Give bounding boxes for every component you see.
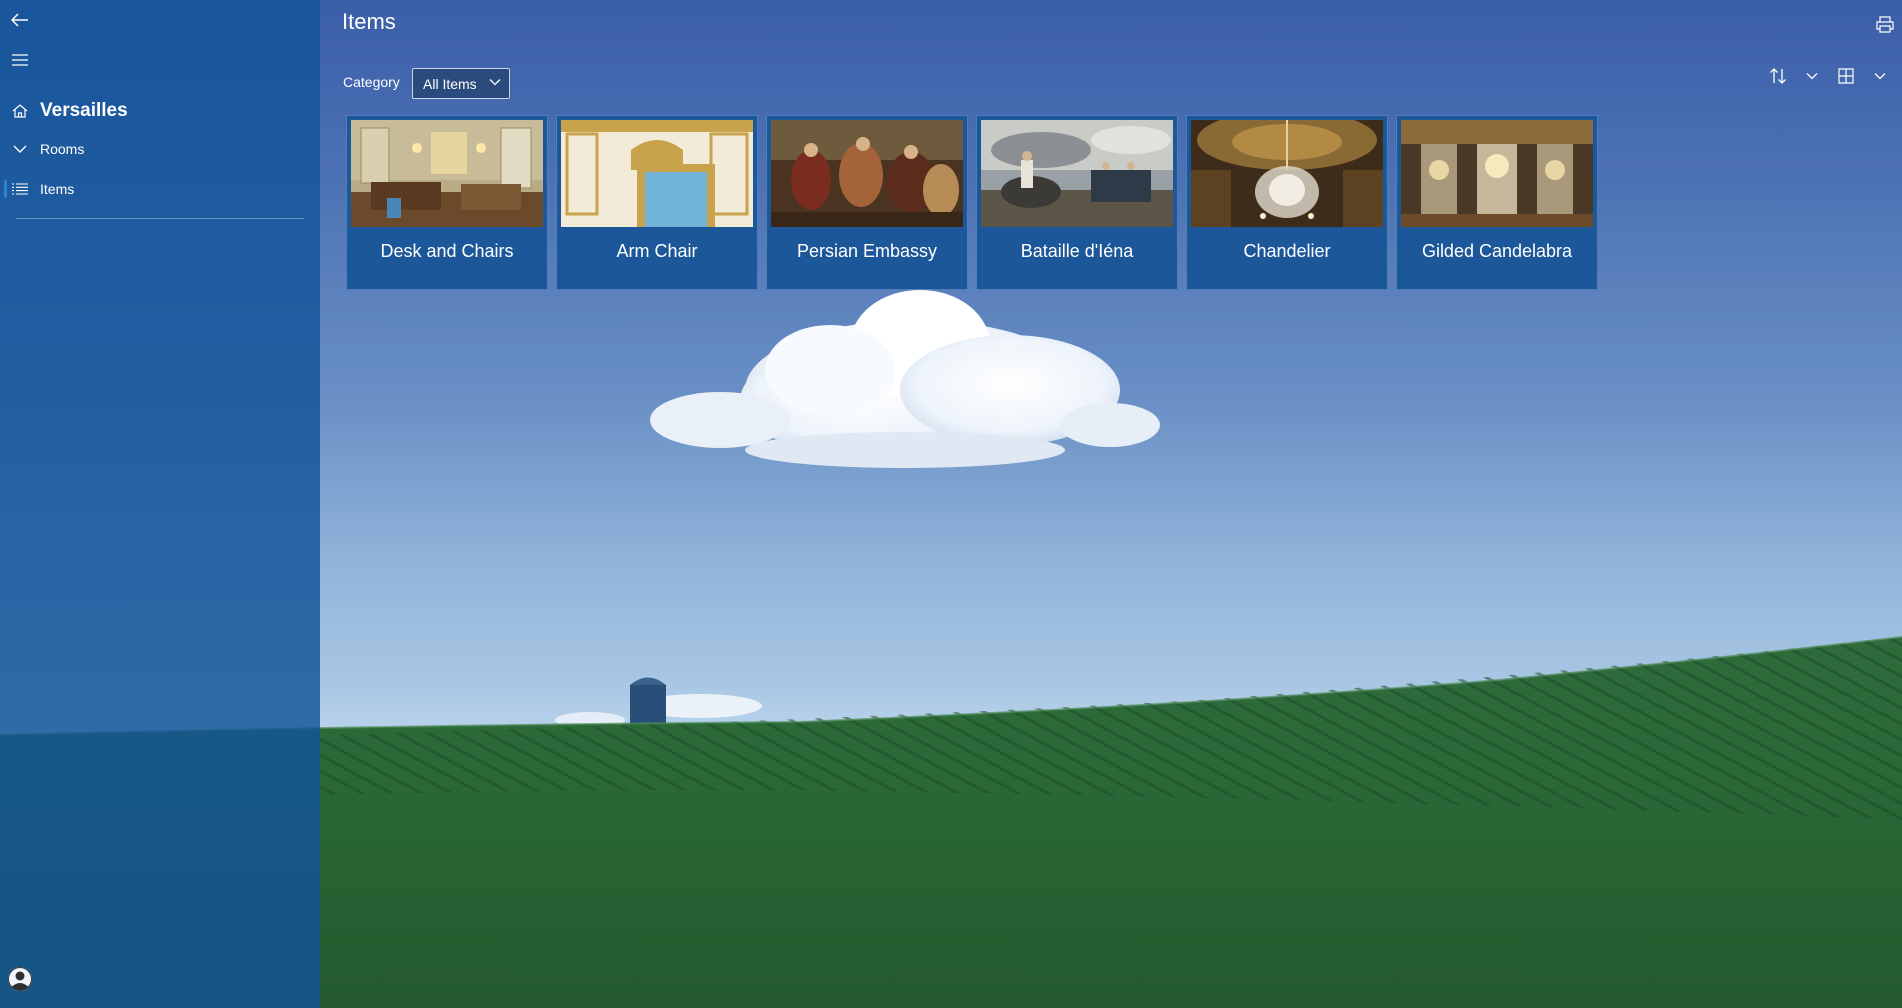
hamburger-icon <box>12 54 28 66</box>
nav-item-rooms[interactable]: Rooms <box>0 131 320 167</box>
item-thumbnail <box>1401 120 1593 227</box>
sort-options-button[interactable] <box>1800 62 1824 90</box>
item-card[interactable]: Persian Embassy <box>766 115 968 290</box>
category-label: Category <box>343 74 400 90</box>
item-thumbnail <box>561 120 753 227</box>
cloud <box>650 290 1160 468</box>
nav-item-items[interactable]: Items <box>0 171 320 207</box>
print-button[interactable] <box>1872 12 1898 36</box>
item-title: Desk and Chairs <box>380 241 514 261</box>
nav-item-label: Rooms <box>40 141 85 157</box>
navigation-pane: Versailles Rooms Items <box>0 0 320 1008</box>
nav-home[interactable]: Versailles <box>0 91 320 131</box>
back-arrow-icon <box>11 13 28 27</box>
app-title: Versailles <box>40 100 128 121</box>
item-thumbnail <box>981 120 1173 227</box>
item-title: Arm Chair <box>616 241 698 261</box>
chevron-down-icon <box>1874 73 1886 80</box>
item-title: Gilded Candelabra <box>1421 241 1573 261</box>
list-icon <box>12 183 28 195</box>
account-button[interactable] <box>8 967 32 991</box>
chevron-down-icon <box>489 79 501 86</box>
item-card[interactable]: Bataille d'Iéna <box>976 115 1178 290</box>
category-selected-value: All Items <box>423 75 477 92</box>
silo <box>630 677 666 730</box>
divider <box>16 218 304 219</box>
item-thumbnail <box>351 120 543 227</box>
category-dropdown[interactable]: All Items <box>412 68 510 99</box>
item-title: Bataille d'Iéna <box>1020 241 1134 261</box>
page-title: Items <box>342 9 396 34</box>
nav-item-label: Items <box>40 181 75 197</box>
printer-icon <box>1876 15 1894 33</box>
item-card[interactable]: Desk and Chairs <box>346 115 548 290</box>
item-title: Persian Embassy <box>796 241 938 261</box>
user-icon <box>8 967 32 991</box>
item-thumbnail <box>1191 120 1383 227</box>
view-button[interactable] <box>1832 62 1860 90</box>
chevron-down-icon <box>13 145 27 153</box>
sort-button[interactable] <box>1764 62 1792 90</box>
sort-icon <box>1770 68 1786 84</box>
item-card[interactable]: Chandelier <box>1186 115 1388 290</box>
grid-view-icon <box>1838 68 1854 84</box>
item-card[interactable]: Arm Chair <box>556 115 758 290</box>
chevron-down-icon <box>1806 73 1818 80</box>
back-button[interactable] <box>0 0 40 40</box>
selection-indicator <box>4 180 7 198</box>
item-card[interactable]: Gilded Candelabra <box>1396 115 1598 290</box>
menu-button[interactable] <box>0 40 40 80</box>
view-options-button[interactable] <box>1868 62 1892 90</box>
home-icon <box>12 104 28 118</box>
item-thumbnail <box>771 120 963 227</box>
item-title: Chandelier <box>1243 241 1331 261</box>
